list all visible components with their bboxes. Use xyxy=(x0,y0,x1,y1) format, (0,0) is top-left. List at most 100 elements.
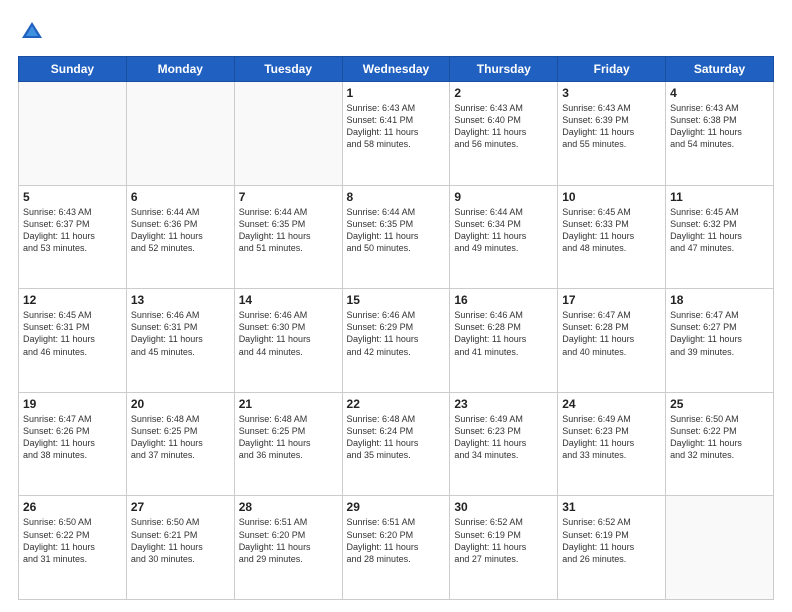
calendar-cell: 18 Sunrise: 6:47 AM Sunset: 6:27 PM Dayli… xyxy=(666,289,774,393)
calendar-cell: 17Sunrise: 6:47 AM Sunset: 6:28 PM Dayli… xyxy=(558,289,666,393)
weekday-header: Tuesday xyxy=(234,57,342,82)
calendar-cell xyxy=(234,82,342,186)
calendar-cell: 31 Sunrise: 6:52 AM Sunset: 6:19 PM Dayli… xyxy=(558,496,666,600)
calendar-cell: 19 Sunrise: 6:47 AM Sunset: 6:26 PM Dayli… xyxy=(19,392,127,496)
day-info: Sunrise: 6:45 AM Sunset: 6:31 PM Dayligh… xyxy=(23,309,122,358)
day-info: Sunrise: 6:51 AM Sunset: 6:20 PM Dayligh… xyxy=(239,516,338,565)
calendar-cell: 8 Sunrise: 6:44 AM Sunset: 6:35 PM Daylig… xyxy=(342,185,450,289)
calendar-cell xyxy=(666,496,774,600)
day-info: Sunrise: 6:49 AM Sunset: 6:23 PM Dayligh… xyxy=(454,413,553,462)
day-number: 14 xyxy=(239,293,338,307)
day-number: 19 xyxy=(23,397,122,411)
logo xyxy=(18,18,50,46)
calendar-cell: 30 Sunrise: 6:52 AM Sunset: 6:19 PM Dayli… xyxy=(450,496,558,600)
day-info: Sunrise: 6:46 AM Sunset: 6:31 PM Dayligh… xyxy=(131,309,230,358)
day-number: 3 xyxy=(562,86,661,100)
day-number: 1 xyxy=(347,86,446,100)
day-number: 9 xyxy=(454,190,553,204)
weekday-header: Monday xyxy=(126,57,234,82)
day-info: Sunrise: 6:44 AM Sunset: 6:35 PM Dayligh… xyxy=(347,206,446,255)
weekday-header: Thursday xyxy=(450,57,558,82)
calendar-cell: 25 Sunrise: 6:50 AM Sunset: 6:22 PM Dayli… xyxy=(666,392,774,496)
day-info: Sunrise: 6:46 AM Sunset: 6:29 PM Dayligh… xyxy=(347,309,446,358)
day-number: 7 xyxy=(239,190,338,204)
day-number: 22 xyxy=(347,397,446,411)
day-info: Sunrise: 6:44 AM Sunset: 6:36 PM Dayligh… xyxy=(131,206,230,255)
calendar-cell: 27Sunrise: 6:50 AM Sunset: 6:21 PM Dayli… xyxy=(126,496,234,600)
day-number: 25 xyxy=(670,397,769,411)
day-info: Sunrise: 6:43 AM Sunset: 6:37 PM Dayligh… xyxy=(23,206,122,255)
day-number: 26 xyxy=(23,500,122,514)
day-info: Sunrise: 6:51 AM Sunset: 6:20 PM Dayligh… xyxy=(347,516,446,565)
day-number: 11 xyxy=(670,190,769,204)
day-number: 24 xyxy=(562,397,661,411)
header xyxy=(18,18,774,46)
day-info: Sunrise: 6:46 AM Sunset: 6:30 PM Dayligh… xyxy=(239,309,338,358)
day-info: Sunrise: 6:49 AM Sunset: 6:23 PM Dayligh… xyxy=(562,413,661,462)
day-info: Sunrise: 6:52 AM Sunset: 6:19 PM Dayligh… xyxy=(454,516,553,565)
calendar-cell xyxy=(19,82,127,186)
calendar-cell: 28 Sunrise: 6:51 AM Sunset: 6:20 PM Dayli… xyxy=(234,496,342,600)
day-number: 30 xyxy=(454,500,553,514)
calendar-cell: 6 Sunrise: 6:44 AM Sunset: 6:36 PM Daylig… xyxy=(126,185,234,289)
day-info: Sunrise: 6:52 AM Sunset: 6:19 PM Dayligh… xyxy=(562,516,661,565)
calendar-row: 12Sunrise: 6:45 AM Sunset: 6:31 PM Dayli… xyxy=(19,289,774,393)
day-info: Sunrise: 6:48 AM Sunset: 6:25 PM Dayligh… xyxy=(131,413,230,462)
day-number: 2 xyxy=(454,86,553,100)
calendar-cell: 20 Sunrise: 6:48 AM Sunset: 6:25 PM Dayli… xyxy=(126,392,234,496)
day-number: 23 xyxy=(454,397,553,411)
day-number: 8 xyxy=(347,190,446,204)
day-info: Sunrise: 6:45 AM Sunset: 6:32 PM Dayligh… xyxy=(670,206,769,255)
weekday-header: Wednesday xyxy=(342,57,450,82)
calendar-row: 5 Sunrise: 6:43 AM Sunset: 6:37 PM Daylig… xyxy=(19,185,774,289)
calendar-cell: 16 Sunrise: 6:46 AM Sunset: 6:28 PM Dayli… xyxy=(450,289,558,393)
day-info: Sunrise: 6:47 AM Sunset: 6:26 PM Dayligh… xyxy=(23,413,122,462)
day-number: 17 xyxy=(562,293,661,307)
calendar-row: 1 Sunrise: 6:43 AM Sunset: 6:41 PM Daylig… xyxy=(19,82,774,186)
weekday-header: Saturday xyxy=(666,57,774,82)
page: SundayMondayTuesdayWednesdayThursdayFrid… xyxy=(0,0,792,612)
day-info: Sunrise: 6:50 AM Sunset: 6:22 PM Dayligh… xyxy=(670,413,769,462)
day-number: 6 xyxy=(131,190,230,204)
day-info: Sunrise: 6:45 AM Sunset: 6:33 PM Dayligh… xyxy=(562,206,661,255)
day-info: Sunrise: 6:44 AM Sunset: 6:35 PM Dayligh… xyxy=(239,206,338,255)
day-info: Sunrise: 6:47 AM Sunset: 6:27 PM Dayligh… xyxy=(670,309,769,358)
calendar-cell: 13 Sunrise: 6:46 AM Sunset: 6:31 PM Dayli… xyxy=(126,289,234,393)
day-info: Sunrise: 6:43 AM Sunset: 6:38 PM Dayligh… xyxy=(670,102,769,151)
day-number: 15 xyxy=(347,293,446,307)
calendar-cell: 2 Sunrise: 6:43 AM Sunset: 6:40 PM Daylig… xyxy=(450,82,558,186)
calendar-header-row: SundayMondayTuesdayWednesdayThursdayFrid… xyxy=(19,57,774,82)
day-info: Sunrise: 6:48 AM Sunset: 6:24 PM Dayligh… xyxy=(347,413,446,462)
day-info: Sunrise: 6:43 AM Sunset: 6:41 PM Dayligh… xyxy=(347,102,446,151)
calendar-cell: 3Sunrise: 6:43 AM Sunset: 6:39 PM Daylig… xyxy=(558,82,666,186)
calendar-cell: 10 Sunrise: 6:45 AM Sunset: 6:33 PM Dayli… xyxy=(558,185,666,289)
calendar-cell: 12Sunrise: 6:45 AM Sunset: 6:31 PM Dayli… xyxy=(19,289,127,393)
calendar-row: 19 Sunrise: 6:47 AM Sunset: 6:26 PM Dayli… xyxy=(19,392,774,496)
day-info: Sunrise: 6:48 AM Sunset: 6:25 PM Dayligh… xyxy=(239,413,338,462)
day-number: 21 xyxy=(239,397,338,411)
calendar-cell: 1 Sunrise: 6:43 AM Sunset: 6:41 PM Daylig… xyxy=(342,82,450,186)
day-number: 4 xyxy=(670,86,769,100)
logo-icon xyxy=(18,18,46,46)
day-info: Sunrise: 6:50 AM Sunset: 6:22 PM Dayligh… xyxy=(23,516,122,565)
day-info: Sunrise: 6:46 AM Sunset: 6:28 PM Dayligh… xyxy=(454,309,553,358)
weekday-header: Friday xyxy=(558,57,666,82)
calendar-cell: 29Sunrise: 6:51 AM Sunset: 6:20 PM Dayli… xyxy=(342,496,450,600)
calendar-cell: 23 Sunrise: 6:49 AM Sunset: 6:23 PM Dayli… xyxy=(450,392,558,496)
day-number: 18 xyxy=(670,293,769,307)
calendar-cell: 9Sunrise: 6:44 AM Sunset: 6:34 PM Daylig… xyxy=(450,185,558,289)
day-number: 10 xyxy=(562,190,661,204)
day-number: 28 xyxy=(239,500,338,514)
day-number: 13 xyxy=(131,293,230,307)
day-info: Sunrise: 6:43 AM Sunset: 6:40 PM Dayligh… xyxy=(454,102,553,151)
day-number: 31 xyxy=(562,500,661,514)
day-number: 20 xyxy=(131,397,230,411)
calendar-cell: 5 Sunrise: 6:43 AM Sunset: 6:37 PM Daylig… xyxy=(19,185,127,289)
day-number: 27 xyxy=(131,500,230,514)
calendar-cell: 21 Sunrise: 6:48 AM Sunset: 6:25 PM Dayli… xyxy=(234,392,342,496)
day-number: 16 xyxy=(454,293,553,307)
calendar-cell: 22 Sunrise: 6:48 AM Sunset: 6:24 PM Dayli… xyxy=(342,392,450,496)
day-number: 5 xyxy=(23,190,122,204)
calendar-row: 26 Sunrise: 6:50 AM Sunset: 6:22 PM Dayli… xyxy=(19,496,774,600)
calendar-cell: 15 Sunrise: 6:46 AM Sunset: 6:29 PM Dayli… xyxy=(342,289,450,393)
